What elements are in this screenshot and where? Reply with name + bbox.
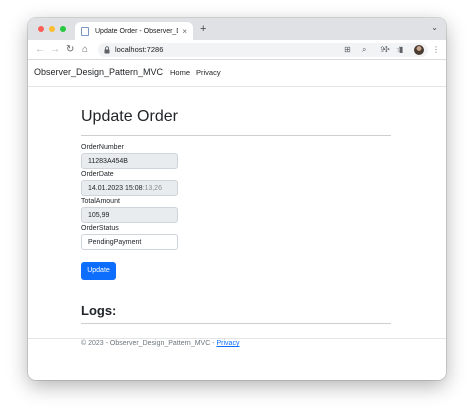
nav-link-privacy[interactable]: Privacy <box>196 68 221 77</box>
order-status-field[interactable]: PendingPayment <box>81 234 178 250</box>
site-brand-link[interactable]: Observer_Design_Pattern_MVC <box>34 67 163 77</box>
home-button[interactable]: ⌂ <box>82 43 88 57</box>
reload-button[interactable]: ↻ <box>66 43 74 57</box>
new-tab-button[interactable]: + <box>200 22 206 36</box>
logs-divider <box>81 323 391 324</box>
tab-update-order[interactable]: Update Order - Observer_Desi × <box>75 22 193 40</box>
footer-divider <box>28 338 446 339</box>
zoom-icon[interactable]: ⌕ <box>362 44 366 56</box>
tab-close-icon[interactable]: × <box>182 27 187 36</box>
order-number-label: OrderNumber <box>81 144 124 151</box>
close-window-button[interactable] <box>38 26 44 32</box>
order-date-seconds: :13,26 <box>142 185 162 192</box>
footer: © 2023 - Observer_Design_Pattern_MVC - P… <box>81 340 239 347</box>
order-number-field[interactable]: 11283A454B <box>81 153 178 169</box>
url-text: localhost:7286 <box>115 45 164 54</box>
site-navbar: Observer_Design_Pattern_MVC Home Privacy <box>28 61 446 87</box>
title-divider <box>81 135 391 136</box>
page-title: Update Order <box>81 108 178 125</box>
profile-avatar[interactable] <box>414 45 424 55</box>
minimize-window-button[interactable] <box>49 26 55 32</box>
footer-text: © 2023 - Observer_Design_Pattern_MVC - <box>81 340 217 347</box>
order-status-label: OrderStatus <box>81 225 119 232</box>
maximize-window-button[interactable] <box>60 26 66 32</box>
update-button[interactable]: Update <box>81 262 116 280</box>
nav-link-home[interactable]: Home <box>170 68 190 77</box>
footer-privacy-link[interactable]: Privacy <box>217 340 240 347</box>
translate-icon[interactable]: ⊞ <box>344 44 351 56</box>
page-favicon-icon <box>81 26 89 36</box>
extensions-puzzle-icon[interactable]: ✣ <box>383 43 390 57</box>
page-content: Observer_Design_Pattern_MVC Home Privacy… <box>28 61 446 380</box>
tab-search-chevron-icon[interactable]: ⌄ <box>431 23 438 32</box>
order-date-label: OrderDate <box>81 171 114 178</box>
total-amount-label: TotalAmount <box>81 198 120 205</box>
tab-title: Update Order - Observer_Desi <box>95 27 178 35</box>
order-date-field[interactable]: 14.01.2023 15:08:13,26 <box>81 180 178 196</box>
browser-window: Update Order - Observer_Desi × + ⌄ ← → ↻… <box>28 18 446 380</box>
logs-heading: Logs: <box>81 303 117 318</box>
address-bar[interactable]: localhost:7286 ⊞ ⌕ ⇪ ☆ <box>98 43 428 57</box>
forward-button[interactable]: → <box>50 43 60 57</box>
side-panel-icon[interactable]: ▮ <box>399 43 403 57</box>
back-button[interactable]: ← <box>35 43 45 57</box>
total-amount-field[interactable]: 105,99 <box>81 207 178 223</box>
order-date-value: 14.01.2023 15:08 <box>88 185 143 192</box>
lock-icon <box>104 46 110 54</box>
browser-toolbar: ← → ↻ ⌂ localhost:7286 ⊞ ⌕ ⇪ ☆ ✣ ▮ ⋮ <box>28 40 446 60</box>
more-menu-icon[interactable]: ⋮ <box>432 43 440 57</box>
tab-strip: Update Order - Observer_Desi × + ⌄ <box>28 18 446 40</box>
